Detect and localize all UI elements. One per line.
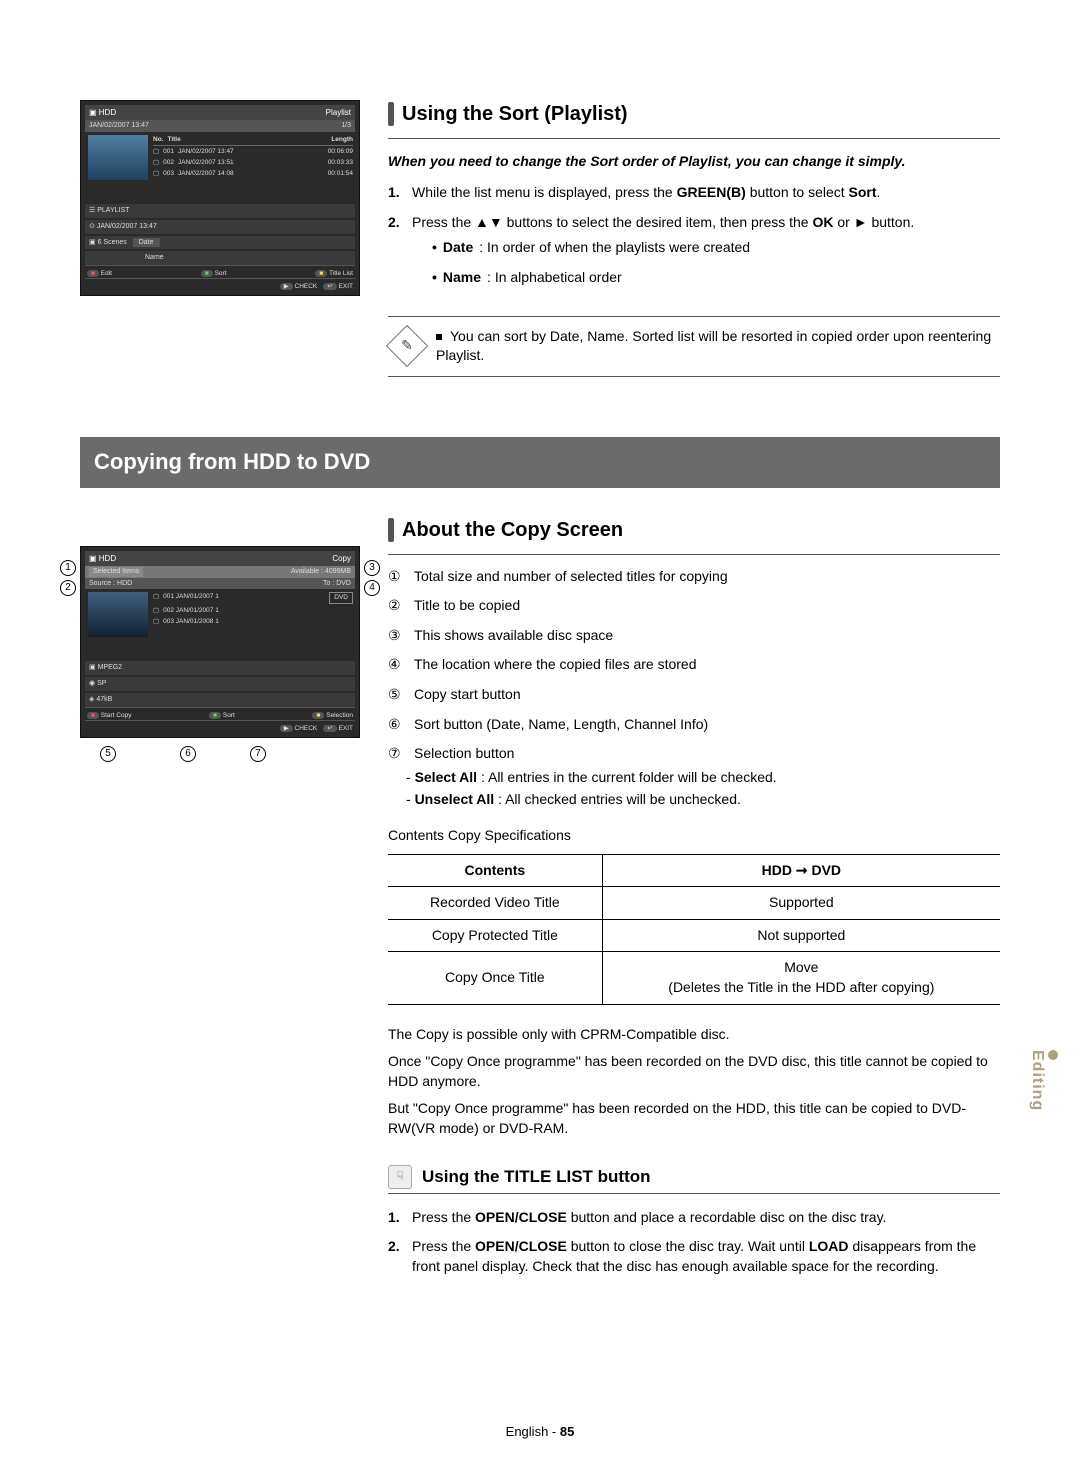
- copy-note-3: But "Copy Once programme" has been recor…: [388, 1099, 1000, 1138]
- side-tab-editing: Editing: [1026, 1050, 1058, 1111]
- page-footer: English - 85: [0, 1423, 1080, 1441]
- intro-emphasis: When you need to change the Sort order o…: [388, 151, 1000, 171]
- playlist-screenshot: ▣ HDDPlaylist JAN/02/2007 13:471/3 No.Ti…: [80, 100, 360, 296]
- note-icon: ✎: [386, 324, 428, 366]
- titlelist-steps: 1. Press the OPEN/CLOSE button and place…: [388, 1208, 1000, 1277]
- section-title-sort-playlist: Using the Sort (Playlist): [388, 100, 1000, 128]
- copy-screen-legend: ①Total size and number of selected title…: [388, 567, 1000, 810]
- copy-spec-table: ContentsHDD ➞ DVD Recorded Video TitleSu…: [388, 854, 1000, 1005]
- section-title-copy-screen: About the Copy Screen: [388, 516, 1000, 544]
- sort-steps: 1. While the list menu is displayed, pre…: [388, 183, 1000, 297]
- note-box: ✎ You can sort by Date, Name. Sorted lis…: [388, 316, 1000, 377]
- copy-screenshot: ▣ HDDCopy Selected ItemsAvailable : 4099…: [80, 546, 360, 738]
- hand-icon: ☟: [388, 1165, 412, 1189]
- subsection-title-titlelist: ☟ Using the TITLE LIST button: [388, 1165, 1000, 1194]
- copy-note-1: The Copy is possible only with CPRM-Comp…: [388, 1025, 1000, 1045]
- copy-note-2: Once "Copy Once programme" has been reco…: [388, 1052, 1000, 1091]
- table-caption: Contents Copy Specifications: [388, 826, 1000, 846]
- main-heading-copying: Copying from HDD to DVD: [80, 437, 1000, 488]
